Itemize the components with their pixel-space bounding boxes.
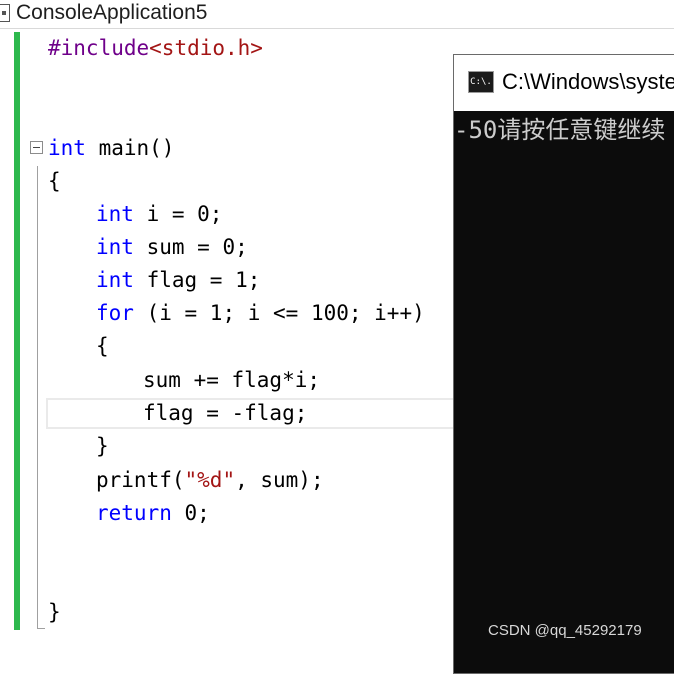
- code-line-return: return 0;: [96, 497, 210, 530]
- code-text: }: [48, 600, 61, 624]
- keyword: int: [48, 136, 86, 160]
- console-title: C:\Windows\syste: [502, 69, 674, 94]
- code-line-int-flag: int flag = 1;: [96, 264, 260, 297]
- code-text: sum = 0;: [133, 235, 248, 259]
- code-line-int-i: int i = 0;: [96, 198, 222, 231]
- string-literal: "%d": [184, 468, 236, 492]
- title-bar: ConsoleApplication5: [0, 0, 674, 29]
- console-title-bar[interactable]: C:\. C:\Windows\syste: [454, 55, 674, 111]
- code-line-open-brace: {: [48, 165, 61, 198]
- code-line-sum-add: sum += flag*i;: [143, 364, 320, 397]
- code-text: 0;: [171, 501, 210, 525]
- keyword: int: [96, 202, 134, 226]
- code-line-printf: printf("%d", sum);: [96, 464, 324, 497]
- window-title: ConsoleApplication5: [16, 1, 208, 24]
- keyword: return: [96, 501, 172, 525]
- code-line-flag-negate: flag = -flag;: [143, 397, 307, 430]
- code-text: main(): [85, 136, 175, 160]
- code-text: printf(: [96, 468, 185, 492]
- keyword: for: [96, 301, 134, 325]
- code-text: sum += flag*i;: [143, 368, 321, 392]
- code-text: {: [96, 334, 109, 358]
- preprocessor-directive: #include: [48, 36, 150, 60]
- code-text: {: [48, 169, 61, 193]
- code-line-for-close-brace: }: [96, 430, 109, 463]
- console-window[interactable]: C:\. C:\Windows\syste -50请按任意键继续: [453, 54, 674, 674]
- code-line-for: for (i = 1; i <= 100; i++): [96, 297, 425, 330]
- console-output: -50请按任意键继续: [454, 116, 666, 144]
- code-line-close-brace: }: [48, 596, 61, 629]
- collapse-main-icon[interactable]: [30, 141, 43, 154]
- code-line-1: #include<stdio.h>: [48, 32, 263, 65]
- keyword: int: [96, 268, 134, 292]
- watermark: CSDN @qq_45292179: [488, 622, 642, 639]
- code-text: }: [96, 434, 109, 458]
- code-text: flag = 1;: [133, 268, 261, 292]
- include-file: <stdio.h>: [149, 36, 263, 60]
- code-text: , sum);: [235, 468, 324, 492]
- code-line-main: int main(): [48, 132, 174, 165]
- change-tracking-bar: [14, 32, 20, 630]
- code-text: (i = 1; i <= 100; i++): [133, 301, 425, 325]
- cmd-icon: C:\.: [468, 71, 494, 93]
- keyword: int: [96, 235, 134, 259]
- outline-guide-end: [37, 628, 45, 629]
- code-text: flag = -flag;: [143, 401, 308, 425]
- code-line-for-open-brace: {: [96, 330, 109, 363]
- outline-guide: [37, 166, 38, 629]
- code-line-int-sum: int sum = 0;: [96, 231, 248, 264]
- project-icon: [0, 4, 10, 22]
- code-text: i = 0;: [133, 202, 223, 226]
